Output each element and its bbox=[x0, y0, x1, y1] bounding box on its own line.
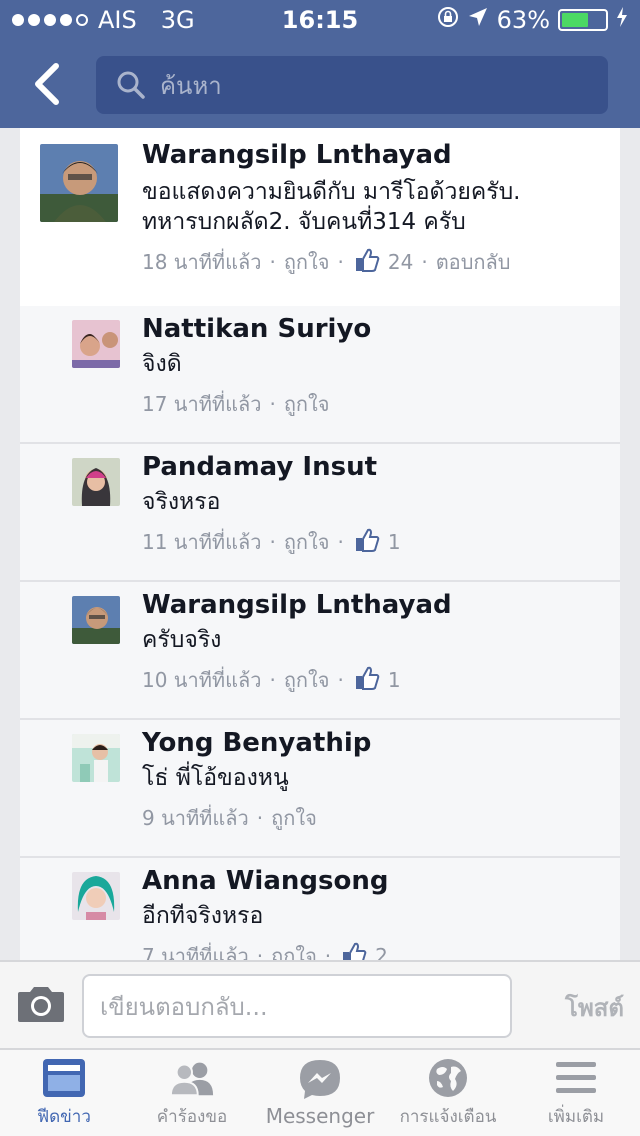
tab-notifications[interactable]: การแจ้งเตือน bbox=[384, 1050, 512, 1136]
like-button[interactable]: ถูกใจ bbox=[284, 664, 330, 696]
reply-item: Nattikan Suriyo จิงดิ 17 นาทีที่แล้ว · ถ… bbox=[20, 306, 620, 444]
reply-item: Pandamay Insut จริงหรอ 11 นาทีที่แล้ว · … bbox=[20, 444, 620, 582]
rotation-lock-icon bbox=[437, 6, 459, 34]
thumbs-up-icon bbox=[341, 941, 367, 960]
avatar[interactable] bbox=[72, 458, 120, 506]
reply-time[interactable]: 11 นาทีที่แล้ว bbox=[142, 526, 261, 558]
friend-requests-icon bbox=[169, 1057, 215, 1099]
tab-label: Messenger bbox=[265, 1104, 375, 1128]
tab-news-feed[interactable]: ฟีดข่าว bbox=[0, 1050, 128, 1136]
reply-text: โธ่ พี่โอ้ของหนู bbox=[142, 765, 289, 791]
reply-time[interactable]: 10 นาทีที่แล้ว bbox=[142, 664, 261, 696]
reply-time[interactable]: 7 นาทีที่แล้ว bbox=[142, 940, 249, 960]
reply-author[interactable]: Nattikan Suriyo bbox=[142, 314, 371, 344]
post-button[interactable]: โพสต์ bbox=[565, 988, 624, 1027]
messenger-icon bbox=[297, 1058, 343, 1100]
status-bar: AIS 3G 16:15 63% bbox=[0, 0, 640, 40]
reply-item: Anna Wiangsong อีกทีจริงหรอ 7 นาทีที่แล้… bbox=[20, 858, 620, 960]
battery-icon bbox=[558, 9, 608, 31]
reply-author[interactable]: Warangsilp Lnthayad bbox=[142, 590, 452, 620]
reply-text: จิงดิ bbox=[142, 351, 182, 377]
thumbs-up-icon bbox=[354, 527, 380, 558]
tab-label: การแจ้งเตือน bbox=[399, 1106, 497, 1127]
thumbs-up-icon bbox=[354, 665, 380, 696]
reply-button[interactable]: ตอบกลับ bbox=[436, 246, 511, 278]
like-count[interactable]: 24 bbox=[388, 250, 413, 274]
tab-more[interactable]: เพิ่มเติม bbox=[512, 1050, 640, 1136]
tab-bar: ฟีดข่าว คำร้องขอ Messenger การแจ้งเตือน … bbox=[0, 1048, 640, 1136]
reply-author[interactable]: Pandamay Insut bbox=[142, 452, 377, 482]
comment-text-line1: ขอแสดงความยินดีกับ มารีโอด้วยครับ. bbox=[142, 179, 521, 205]
reply-input[interactable]: เขียนตอบกลับ... bbox=[82, 974, 512, 1038]
nav-bar: ค้นหา bbox=[0, 40, 640, 128]
battery-percent: 63% bbox=[496, 6, 550, 34]
reply-input-placeholder: เขียนตอบกลับ... bbox=[100, 992, 268, 1021]
reply-item: Warangsilp Lnthayad ครับจริง 10 นาทีที่แ… bbox=[20, 582, 620, 720]
like-count[interactable]: 1 bbox=[388, 668, 401, 692]
charging-icon bbox=[616, 6, 628, 34]
comment-thread[interactable]: Warangsilp Lnthayad ขอแสดงความยินดีกับ ม… bbox=[20, 128, 620, 960]
reply-author[interactable]: Anna Wiangsong bbox=[142, 866, 388, 896]
reply-author[interactable]: Yong Benyathip bbox=[142, 728, 371, 758]
menu-icon bbox=[553, 1057, 599, 1099]
tab-label: เพิ่มเติม bbox=[547, 1106, 605, 1127]
tab-label: คำร้องขอ bbox=[156, 1106, 228, 1127]
thumbs-up-icon bbox=[354, 247, 380, 278]
search-input[interactable]: ค้นหา bbox=[96, 56, 608, 114]
tab-messenger[interactable]: Messenger bbox=[256, 1050, 384, 1136]
like-button[interactable]: ถูกใจ bbox=[271, 802, 317, 834]
like-button[interactable]: ถูกใจ bbox=[284, 526, 330, 558]
like-button[interactable]: ถูกใจ bbox=[271, 940, 317, 960]
reply-composer: เขียนตอบกลับ... โพสต์ bbox=[0, 960, 640, 1048]
comment-text-line2: ทหารบกผลัด2. จับคนที่314 ครับ bbox=[142, 209, 466, 235]
avatar[interactable] bbox=[72, 320, 120, 368]
avatar[interactable] bbox=[72, 734, 120, 782]
avatar[interactable] bbox=[40, 144, 118, 222]
like-button[interactable]: ถูกใจ bbox=[284, 388, 330, 420]
back-button[interactable] bbox=[28, 62, 68, 106]
search-placeholder: ค้นหา bbox=[160, 71, 222, 100]
camera-button[interactable] bbox=[16, 984, 66, 1028]
like-count[interactable]: 1 bbox=[388, 530, 401, 554]
comment-author[interactable]: Warangsilp Lnthayad bbox=[142, 140, 452, 170]
chevron-left-icon bbox=[35, 63, 59, 105]
reply-meta: 9 นาทีที่แล้ว · ถูกใจ bbox=[142, 802, 317, 834]
search-icon bbox=[117, 71, 145, 99]
tab-friend-requests[interactable]: คำร้องขอ bbox=[128, 1050, 256, 1136]
reply-text: ครับจริง bbox=[142, 627, 222, 653]
reply-text: อีกทีจริงหรอ bbox=[142, 903, 264, 929]
main-comment: Warangsilp Lnthayad ขอแสดงความยินดีกับ ม… bbox=[20, 128, 620, 306]
news-feed-icon bbox=[41, 1057, 87, 1099]
avatar[interactable] bbox=[72, 872, 120, 920]
comment-time[interactable]: 18 นาทีที่แล้ว bbox=[142, 246, 261, 278]
reply-meta: 10 นาทีที่แล้ว · ถูกใจ · 1 bbox=[142, 664, 401, 696]
reply-text: จริงหรอ bbox=[142, 489, 221, 515]
globe-icon bbox=[425, 1057, 471, 1099]
camera-icon bbox=[18, 987, 64, 1022]
reply-item: Yong Benyathip โธ่ พี่โอ้ของหนู 9 นาทีที… bbox=[20, 720, 620, 858]
location-icon bbox=[467, 6, 489, 34]
reply-time[interactable]: 17 นาทีที่แล้ว bbox=[142, 388, 261, 420]
like-count[interactable]: 2 bbox=[375, 944, 388, 960]
reply-meta: 17 นาทีที่แล้ว · ถูกใจ bbox=[142, 388, 330, 420]
avatar[interactable] bbox=[72, 596, 120, 644]
reply-meta: 7 นาทีที่แล้ว · ถูกใจ · 2 bbox=[142, 940, 388, 960]
reply-time[interactable]: 9 นาทีที่แล้ว bbox=[142, 802, 249, 834]
comment-meta: 18 นาทีที่แล้ว · ถูกใจ · 24 · ตอบกลับ bbox=[142, 246, 510, 278]
reply-meta: 11 นาทีที่แล้ว · ถูกใจ · 1 bbox=[142, 526, 401, 558]
like-button[interactable]: ถูกใจ bbox=[284, 246, 330, 278]
top-bar: AIS 3G 16:15 63% ค้นหา bbox=[0, 0, 640, 128]
tab-label: ฟีดข่าว bbox=[37, 1106, 91, 1127]
